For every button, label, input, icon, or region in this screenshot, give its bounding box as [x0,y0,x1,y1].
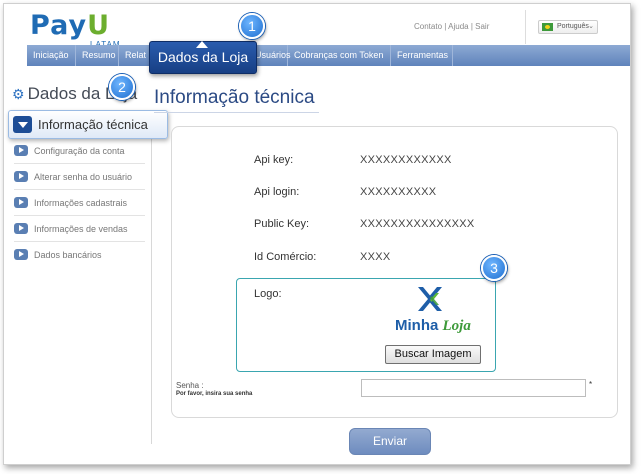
page-title: Informação técnica [154,87,319,113]
nav-item-iniciacao[interactable]: Iniciação [27,45,76,66]
sidebar-item-label: Dados bancários [34,250,102,260]
senha-label: Senha : [176,381,204,390]
callout-notch [196,41,208,48]
step-badge-2: 2 [109,74,135,100]
caret-down-icon [13,116,32,133]
brazil-flag-icon [542,23,553,31]
ajuda-link[interactable]: Ajuda [448,22,468,31]
api-login-value: XXXXXXXXXX [360,186,437,198]
api-key-label: Api key: [254,154,294,166]
sidebar-item-label: Configuração da conta [34,146,125,156]
enviar-button[interactable]: Enviar [349,428,431,455]
gear-icon: ⚙ [12,86,25,102]
sidebar-item-dados-bancarios[interactable]: Dados bancários [14,242,145,268]
brand-part1: Minha [395,317,439,334]
arrow-right-icon [14,249,28,260]
sidebar-selected-label: Informação técnica [38,117,148,132]
nav-item-ferramentas[interactable]: Ferramentas [391,45,453,66]
toplinks-separator: | [470,22,473,31]
sidebar-item-configuracao[interactable]: Configuração da conta [14,138,145,164]
nav-item-resumo[interactable]: Resumo [76,45,119,66]
sidebar-item-label: Informações cadastrais [34,198,128,208]
language-selected: Português [557,23,589,30]
id-comercio-label: Id Comércio: [254,251,317,263]
payu-logo[interactable]: PayU LATAM [30,10,119,49]
buscar-imagem-button[interactable]: Buscar Imagem [385,345,481,364]
main-nav: Iniciação Resumo Relat Usuários Cobrança… [27,45,630,66]
nav-item-relatorios[interactable]: Relat [119,45,151,66]
arrow-right-icon [14,145,28,156]
sidebar-item-informacao-tecnica[interactable]: Informação técnica [8,110,168,139]
step-badge-1: 1 [239,13,265,39]
api-login-label: Api login: [254,186,300,198]
logo-u-text: U [87,10,110,41]
id-comercio-value: XXXX [360,251,391,263]
dados-da-loja-callout[interactable]: Dados da Loja [149,41,257,74]
minha-loja-logo: Minha Loja [395,317,471,335]
sair-link[interactable]: Sair [475,22,489,31]
step-badge-3: 3 [481,255,507,281]
callout-label: Dados da Loja [157,49,249,65]
logo-upload-box: Logo: Minha Loja Buscar Imagem [236,278,496,372]
logo-pay-text: Pay [30,10,88,41]
logo-label: Logo: [254,288,282,300]
toplinks-separator: | [444,22,447,31]
senha-hint: Por favor, insira sua senha [176,391,253,397]
senha-input[interactable] [361,379,586,397]
required-mark: * [589,380,593,389]
chevron-down-icon: ⌄ [588,23,594,30]
language-select[interactable]: Português ⌄ [538,20,598,34]
sidebar-item-alterar-senha[interactable]: Alterar senha do usuário [14,164,145,190]
app-window: PayU LATAM Contato | Ajuda | Sair Portug… [3,3,631,465]
contato-link[interactable]: Contato [414,22,442,31]
sidebar-item-informacoes-cadastrais[interactable]: Informações cadastrais [14,190,145,216]
public-key-value: XXXXXXXXXXXXXXX [360,218,475,230]
arrow-right-icon [14,171,28,182]
sidebar-divider [151,114,152,444]
arrow-right-icon [14,197,28,208]
minha-loja-x-icon [418,287,442,311]
sidebar-item-label: Informações de vendas [34,224,128,234]
brand-part2: Loja [442,318,471,334]
header-divider [525,10,526,44]
technical-info-panel [171,126,618,418]
arrow-right-icon [14,223,28,234]
api-key-value: XXXXXXXXXXXX [360,154,452,166]
top-links: Contato | Ajuda | Sair [414,22,489,31]
sidebar-item-label: Alterar senha do usuário [34,172,133,182]
public-key-label: Public Key: [254,218,310,230]
sidebar-item-informacoes-vendas[interactable]: Informações de vendas [14,216,145,242]
nav-item-cobrancas[interactable]: Cobranças com Token [288,45,391,66]
